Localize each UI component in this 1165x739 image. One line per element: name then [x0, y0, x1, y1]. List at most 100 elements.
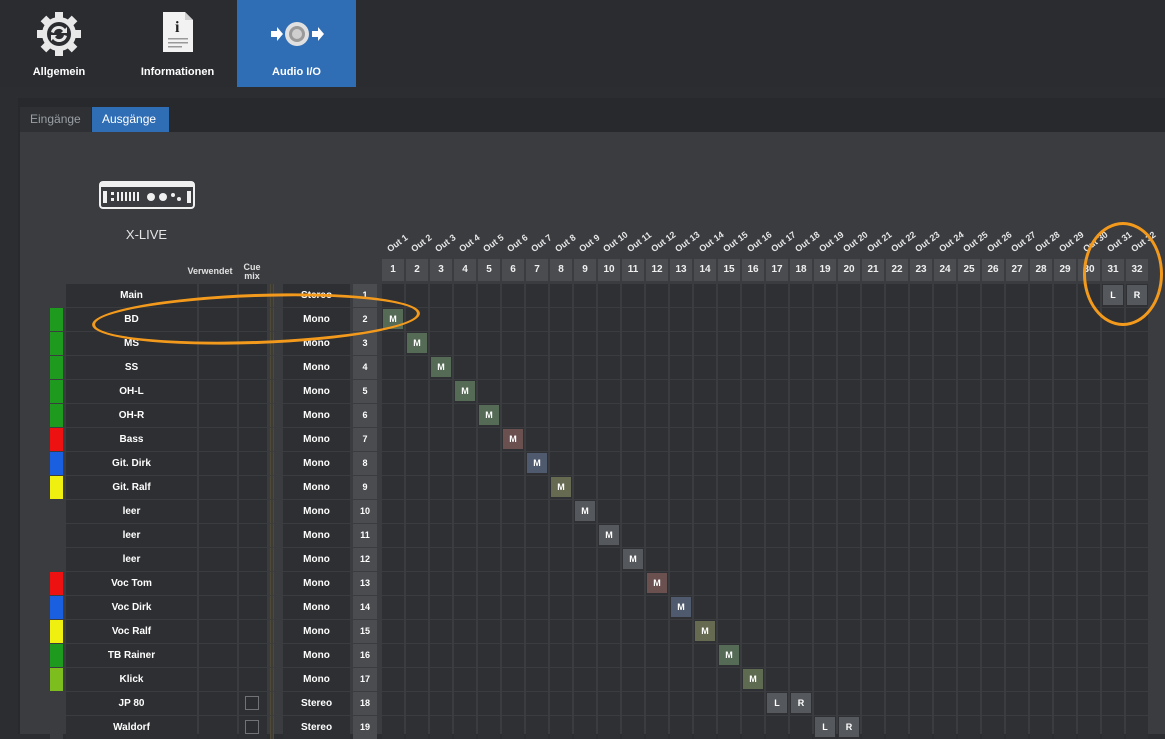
output-number[interactable]: 7: [526, 259, 548, 281]
output-number[interactable]: 29: [1054, 259, 1076, 281]
matrix-cell[interactable]: [742, 620, 764, 643]
tab-informationen[interactable]: i Informationen: [118, 0, 237, 87]
matrix-cell[interactable]: [598, 452, 620, 475]
matrix-cell[interactable]: [1030, 452, 1052, 475]
routing-assignment[interactable]: M: [647, 573, 667, 593]
matrix-cell[interactable]: [550, 548, 572, 571]
matrix-cell[interactable]: [910, 428, 932, 451]
matrix-cell[interactable]: [934, 428, 956, 451]
matrix-cell[interactable]: [1006, 380, 1028, 403]
output-number[interactable]: 13: [670, 259, 692, 281]
matrix-cell[interactable]: [550, 572, 572, 595]
matrix-cell[interactable]: [862, 428, 884, 451]
matrix-cell[interactable]: [958, 572, 980, 595]
channel-mode[interactable]: Mono: [283, 596, 350, 619]
matrix-cell[interactable]: [838, 668, 860, 691]
matrix-cell[interactable]: [958, 500, 980, 523]
routing-assignment[interactable]: M: [479, 405, 499, 425]
matrix-cell[interactable]: [622, 452, 644, 475]
matrix-cell[interactable]: [910, 308, 932, 331]
matrix-cell[interactable]: [478, 596, 500, 619]
matrix-cell[interactable]: [742, 692, 764, 715]
matrix-cell[interactable]: [502, 620, 524, 643]
matrix-cell[interactable]: [910, 380, 932, 403]
matrix-cell[interactable]: [766, 356, 788, 379]
matrix-cell[interactable]: [646, 332, 668, 355]
matrix-cell[interactable]: [1054, 428, 1076, 451]
matrix-cell[interactable]: [550, 332, 572, 355]
matrix-cell[interactable]: [982, 548, 1004, 571]
matrix-cell[interactable]: [550, 596, 572, 619]
matrix-cell[interactable]: [1126, 428, 1148, 451]
matrix-cell[interactable]: [598, 404, 620, 427]
matrix-cell[interactable]: [1126, 500, 1148, 523]
output-number[interactable]: 11: [622, 259, 644, 281]
matrix-cell[interactable]: [1126, 692, 1148, 715]
matrix-cell[interactable]: [1030, 428, 1052, 451]
matrix-cell[interactable]: [694, 524, 716, 547]
matrix-cell[interactable]: [838, 596, 860, 619]
matrix-cell[interactable]: [886, 524, 908, 547]
matrix-cell[interactable]: [766, 668, 788, 691]
routing-assignment[interactable]: R: [791, 693, 811, 713]
matrix-cell[interactable]: [886, 284, 908, 307]
matrix-cell[interactable]: [1078, 716, 1100, 739]
matrix-cell[interactable]: [910, 716, 932, 739]
matrix-cell[interactable]: [814, 692, 836, 715]
matrix-cell[interactable]: [838, 572, 860, 595]
matrix-cell[interactable]: [1030, 716, 1052, 739]
matrix-cell[interactable]: [1054, 668, 1076, 691]
matrix-cell[interactable]: [814, 404, 836, 427]
matrix-cell[interactable]: [574, 668, 596, 691]
matrix-cell[interactable]: [526, 356, 548, 379]
matrix-cell[interactable]: [862, 452, 884, 475]
routing-assignment[interactable]: M: [575, 501, 595, 521]
matrix-cell[interactable]: [406, 620, 428, 643]
matrix-cell[interactable]: [406, 428, 428, 451]
matrix-cell[interactable]: [670, 500, 692, 523]
matrix-cell[interactable]: [382, 524, 404, 547]
matrix-cell[interactable]: [1078, 596, 1100, 619]
matrix-cell[interactable]: [910, 572, 932, 595]
matrix-cell[interactable]: [1030, 572, 1052, 595]
output-number[interactable]: 9: [574, 259, 596, 281]
matrix-cell[interactable]: [838, 356, 860, 379]
matrix-cell[interactable]: [622, 716, 644, 739]
matrix-cell[interactable]: [1054, 524, 1076, 547]
matrix-cell[interactable]: [766, 332, 788, 355]
matrix-cell[interactable]: [382, 380, 404, 403]
matrix-cell[interactable]: [1126, 476, 1148, 499]
matrix-cell[interactable]: [910, 356, 932, 379]
matrix-cell[interactable]: [574, 452, 596, 475]
matrix-cell[interactable]: [694, 692, 716, 715]
matrix-cell[interactable]: [982, 284, 1004, 307]
channel-mode[interactable]: Mono: [283, 452, 350, 475]
matrix-cell[interactable]: [406, 596, 428, 619]
matrix-cell[interactable]: [1054, 452, 1076, 475]
matrix-cell[interactable]: [694, 356, 716, 379]
matrix-cell[interactable]: [766, 284, 788, 307]
matrix-cell[interactable]: [382, 332, 404, 355]
matrix-cell[interactable]: [934, 548, 956, 571]
matrix-cell[interactable]: [742, 716, 764, 739]
matrix-cell[interactable]: [478, 476, 500, 499]
matrix-cell[interactable]: [406, 356, 428, 379]
routing-assignment[interactable]: M: [695, 621, 715, 641]
matrix-cell[interactable]: [550, 644, 572, 667]
matrix-cell[interactable]: [526, 284, 548, 307]
matrix-cell[interactable]: [550, 692, 572, 715]
matrix-cell[interactable]: [718, 332, 740, 355]
matrix-cell[interactable]: [766, 500, 788, 523]
matrix-cell[interactable]: [1030, 332, 1052, 355]
matrix-cell[interactable]: [430, 692, 452, 715]
matrix-cell[interactable]: [790, 500, 812, 523]
matrix-cell[interactable]: [526, 668, 548, 691]
matrix-cell[interactable]: [454, 404, 476, 427]
matrix-cell[interactable]: [1078, 332, 1100, 355]
matrix-cell[interactable]: [718, 428, 740, 451]
matrix-cell[interactable]: [910, 404, 932, 427]
matrix-cell[interactable]: [382, 428, 404, 451]
matrix-cell[interactable]: [934, 356, 956, 379]
matrix-cell[interactable]: [454, 476, 476, 499]
matrix-cell[interactable]: [1030, 644, 1052, 667]
